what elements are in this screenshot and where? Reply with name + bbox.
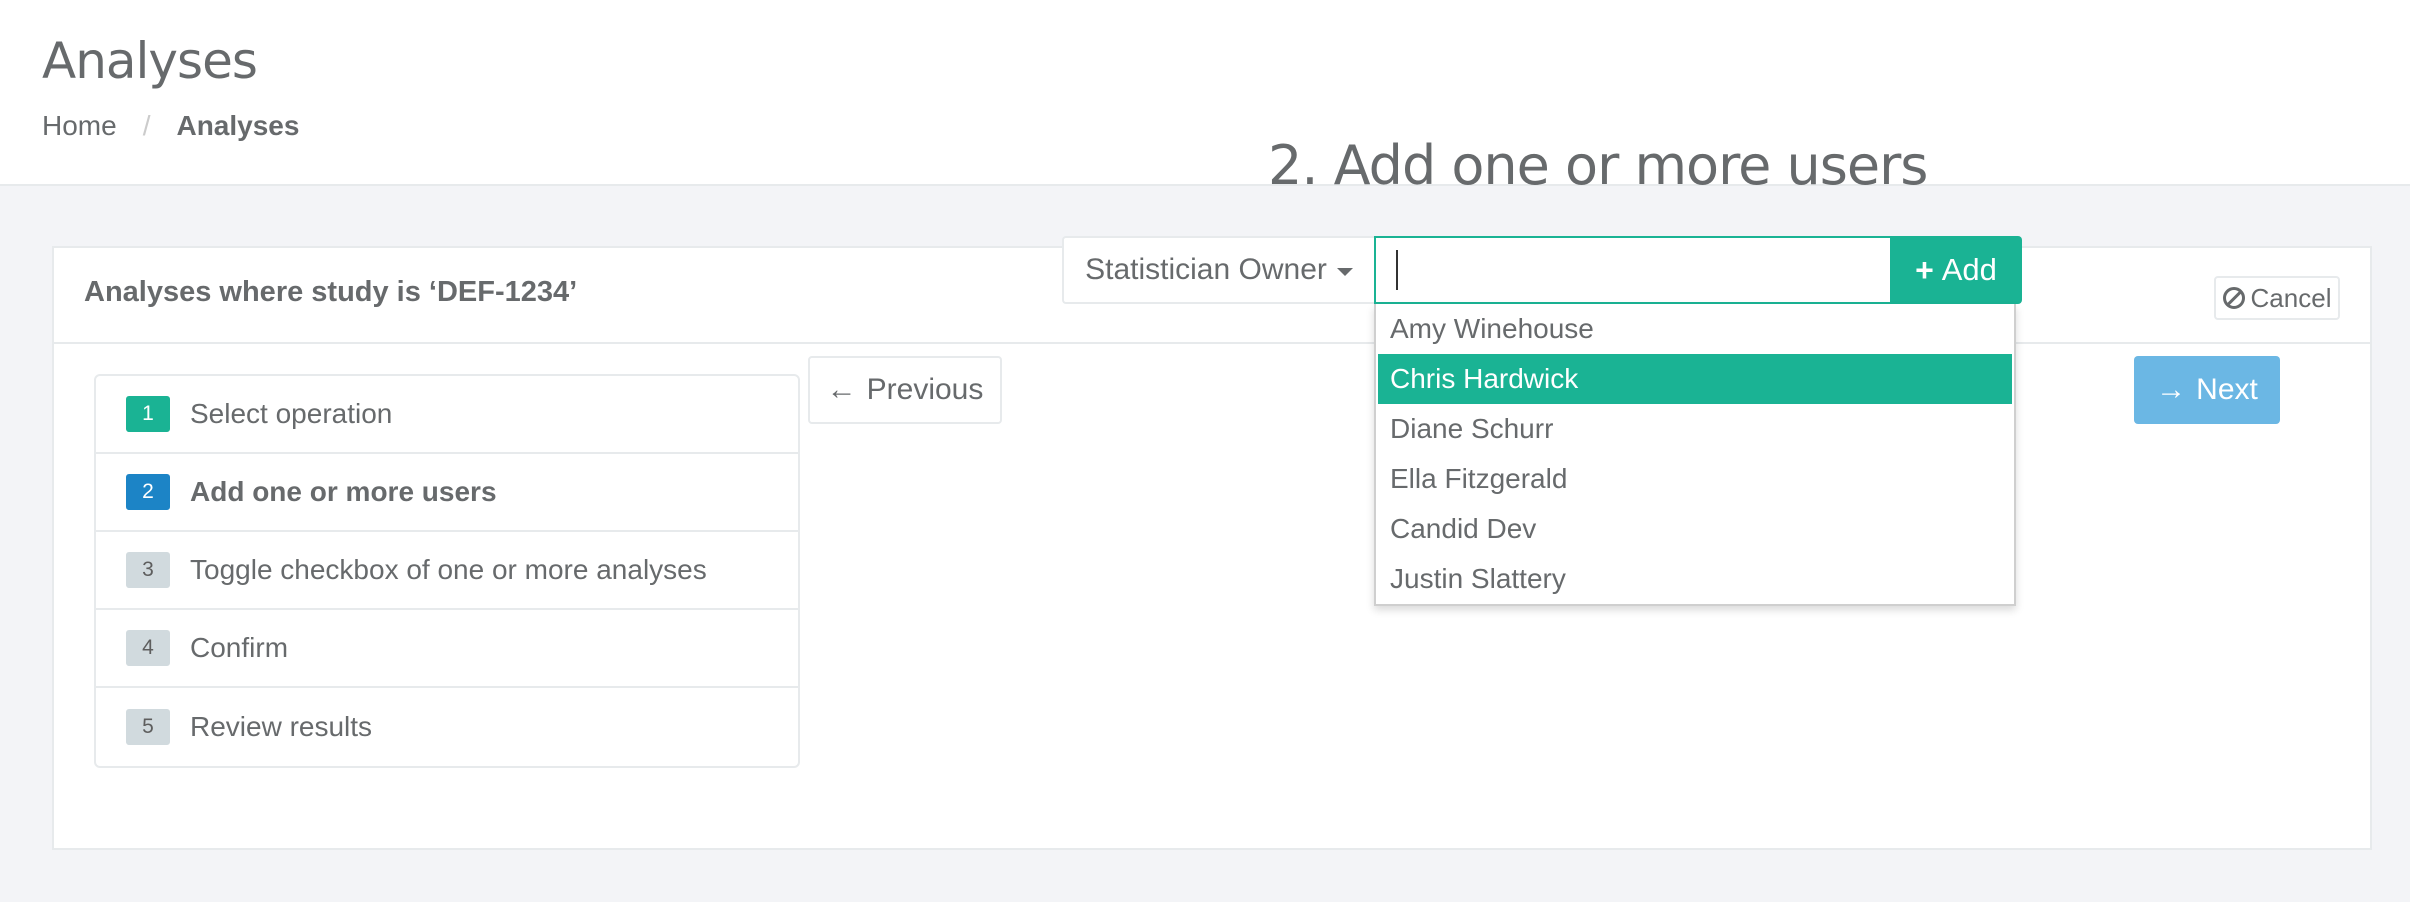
- wizard-steps: 1 Select operation 2 Add one or more use…: [94, 374, 800, 768]
- step-item-1[interactable]: 1 Select operation: [96, 376, 798, 454]
- step-number-badge: 1: [126, 396, 170, 432]
- breadcrumb-home-link[interactable]: Home: [42, 110, 117, 142]
- panel-title: Analyses where study is ‘DEF-1234’: [84, 276, 578, 308]
- user-search-input[interactable]: [1374, 236, 1892, 304]
- dropdown-option[interactable]: Diane Schurr: [1378, 404, 2012, 454]
- previous-label: Previous: [866, 373, 984, 406]
- step-item-4[interactable]: 4 Confirm: [96, 610, 798, 688]
- cancel-label: Cancel: [2250, 282, 2332, 313]
- arrow-left-icon: ←: [826, 373, 857, 406]
- arrow-right-icon: →: [2156, 373, 2187, 406]
- role-select-label: Statistician Owner: [1085, 253, 1327, 286]
- text-cursor: [1396, 250, 1398, 290]
- step-item-2[interactable]: 2 Add one or more users: [96, 454, 798, 532]
- step-label: Confirm: [190, 632, 289, 663]
- previous-button[interactable]: ← Previous: [808, 356, 1002, 424]
- breadcrumb-separator: /: [142, 110, 151, 141]
- step-label: Add one or more users: [190, 476, 497, 507]
- wizard-panel: Analyses where study is ‘DEF-1234’ Cance…: [52, 246, 2372, 850]
- step-item-5[interactable]: 5 Review results: [96, 688, 798, 766]
- step-item-3[interactable]: 3 Toggle checkbox of one or more analyse…: [96, 532, 798, 610]
- page-header: Analyses Home / Analyses: [0, 0, 2410, 186]
- caret-down-icon: [1336, 268, 1353, 276]
- step-label: Review results: [190, 711, 373, 742]
- next-button[interactable]: → Next: [2134, 356, 2280, 424]
- step-label: Select operation: [190, 398, 393, 429]
- next-label: Next: [2196, 373, 2258, 406]
- user-suggestions-dropdown: Amy Winehouse Chris Hardwick Diane Schur…: [1374, 304, 2016, 606]
- dropdown-option[interactable]: Candid Dev: [1378, 504, 2012, 554]
- dropdown-option[interactable]: Ella Fitzgerald: [1378, 454, 2012, 504]
- cancel-button[interactable]: Cancel: [2214, 276, 2340, 320]
- page-title: Analyses: [42, 32, 258, 90]
- dropdown-option-highlighted[interactable]: Chris Hardwick: [1378, 354, 2012, 404]
- step-number-badge: 4: [126, 630, 170, 666]
- step-heading: 2. Add one or more users: [1268, 134, 1928, 197]
- dropdown-option[interactable]: Justin Slattery: [1378, 554, 2012, 604]
- breadcrumb-current: Analyses: [176, 110, 300, 141]
- step-number-badge: 5: [126, 709, 170, 745]
- add-label: Add: [1941, 252, 1997, 287]
- step-number-badge: 3: [126, 552, 170, 588]
- plus-icon: +: [1915, 251, 1934, 288]
- step-number-badge: 2: [126, 474, 170, 510]
- role-select-button[interactable]: Statistician Owner: [1062, 236, 1374, 304]
- add-user-button[interactable]: + Add: [1890, 236, 2022, 304]
- breadcrumb: Home / Analyses: [42, 110, 299, 142]
- dropdown-option[interactable]: Amy Winehouse: [1378, 304, 2012, 354]
- step-label: Toggle checkbox of one or more analyses: [190, 554, 707, 585]
- ban-icon: [2222, 287, 2245, 309]
